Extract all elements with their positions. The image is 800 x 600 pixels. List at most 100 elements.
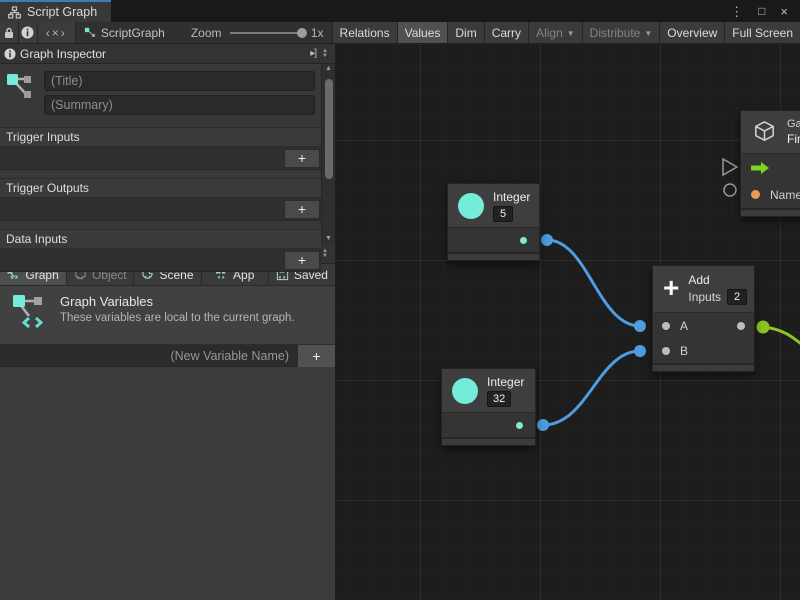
wire-endpoint[interactable] [757,321,770,334]
tab-title: Script Graph [27,5,97,19]
window-maximize-icon[interactable]: □ [758,5,765,17]
graph-title-field[interactable] [44,71,315,91]
button-full-screen[interactable]: Full Screen [725,22,800,43]
add-variable-button[interactable]: + [297,345,335,367]
input-port-a[interactable] [662,322,670,330]
node-title: Add [688,273,747,287]
trigger-port-outline-icon[interactable] [723,159,737,175]
wire-endpoint[interactable] [537,419,549,431]
panel-scroll-arrows[interactable]: ▲▼ [319,49,331,59]
new-variable-name-input[interactable] [0,349,297,363]
dock-icon[interactable]: ▸] [310,48,316,59]
add-trigger-input-button[interactable]: + [284,149,320,168]
add-trigger-output-button[interactable]: + [284,200,320,219]
trigger-inputs-list: + [0,147,321,170]
node-integer-32[interactable]: Integer 32 [441,368,536,446]
scroll-up-icon[interactable]: ▲ [325,64,332,74]
integer-type-icon [452,378,478,404]
toggle-values[interactable]: Values [398,22,449,43]
port-label: Name [770,188,800,202]
graph-inspector-content: Trigger Inputs + Trigger Outputs + Data … [0,64,321,244]
toggle-carry[interactable]: Carry [485,22,529,43]
inputs-label: Inputs [688,290,721,304]
window-close-icon[interactable]: × [780,5,788,18]
node-title: Integer [487,375,524,389]
section-trigger-inputs: Trigger Inputs [0,127,321,147]
output-port[interactable] [516,422,523,429]
toggle-relations[interactable]: Relations [333,22,398,43]
wire-integer5-to-add-a[interactable] [547,240,640,326]
graph-inspector-header: Graph Inspector ▸] ▲▼ [0,44,335,64]
zoom-label: Zoom [191,26,222,40]
code-view-button[interactable]: ‹×› [38,22,76,43]
port-label: B [680,344,688,358]
window-controls: ⋮ □ × [730,0,800,22]
graph-inspector-panel: Graph Inspector ▸] ▲▼ Trigger Inputs + [0,44,335,244]
node-title: Game Object [787,118,800,130]
zoom-value: 1x [311,26,324,40]
wire-endpoint[interactable] [541,234,553,246]
output-port[interactable] [520,237,527,244]
port-label: A [680,319,688,333]
graph-variables-title: Graph Variables [60,294,295,309]
trigger-input-arrow-icon[interactable] [751,162,769,174]
info-icon [21,26,34,39]
input-port-b[interactable] [662,347,670,355]
chevron-down-icon: ▼ [644,29,652,38]
wire-integer32-to-add-b[interactable] [543,351,640,425]
node-add[interactable]: + Add Inputs 2 A B [652,265,755,372]
graph-canvas[interactable]: Integer 5 Integer 32 [336,44,800,600]
lock-button[interactable] [0,22,19,43]
node-integer-5[interactable]: Integer 5 [447,183,540,261]
wire-endpoint[interactable] [634,320,646,332]
lock-icon [4,27,14,39]
data-inputs-list: + [0,249,321,272]
scrollbar-thumb[interactable] [325,79,333,179]
node-title: Integer [493,190,530,204]
new-variable-row: + [0,345,335,367]
zoom-slider[interactable] [230,32,305,34]
trigger-outputs-list: + [0,198,321,221]
button-overview[interactable]: Overview [660,22,725,43]
panel-title: Graph Inspector [20,47,106,61]
graph-variables-large-icon [12,294,46,334]
script-graph-icon [84,26,96,40]
tab-script-graph[interactable]: Script Graph [0,0,111,22]
info-icon [4,48,16,60]
blackboard-panel: ‹×› Blackboard ▸] ▲▼ Graph Object [0,244,335,600]
window-menu-icon[interactable]: ⋮ [730,5,743,18]
graph-summary-field[interactable] [44,95,315,115]
data-port-outline-icon[interactable] [724,184,736,196]
wire-endpoint[interactable] [634,345,646,357]
toggle-dim[interactable]: Dim [448,22,484,43]
sidebar: Graph Inspector ▸] ▲▼ Trigger Inputs + [0,44,336,600]
integer-type-icon [458,193,484,219]
variables-empty-area [0,367,335,600]
graph-variables-description: These variables are local to the current… [60,312,295,324]
output-port[interactable] [737,322,745,330]
graph-toolbar: ‹×› ScriptGraph Zoom 1x Relations Values… [0,22,800,44]
info-button[interactable] [19,22,38,43]
zoom-slider-handle[interactable] [297,28,307,38]
inspector-scrollbar[interactable]: ▲ ▼ [321,64,335,244]
scroll-down-icon[interactable]: ▼ [325,234,332,244]
dropdown-align[interactable]: Align▼ [529,22,583,43]
dropdown-distribute[interactable]: Distribute▼ [583,22,661,43]
window-tab-strip: Script Graph ⋮ □ × [0,0,800,22]
add-icon: + [663,274,679,302]
node-gameobject-find[interactable]: Game Object Find Name [740,110,800,217]
integer-value-field[interactable]: 5 [493,206,513,222]
chevron-down-icon: ▼ [567,29,575,38]
add-data-input-button[interactable]: + [284,251,320,270]
unity-visual-scripting-window: { "window": { "tab_title": "Script Graph… [0,0,800,600]
section-trigger-outputs: Trigger Outputs [0,178,321,198]
graph-variables-info: Graph Variables These variables are loca… [0,286,335,345]
graph-asset-name: ScriptGraph [101,26,165,40]
graph-node-icon [6,71,36,105]
integer-value-field[interactable]: 32 [487,391,511,407]
gameobject-cube-icon [751,119,778,146]
toolbar-graph-zone: ScriptGraph Zoom 1x [76,22,333,43]
inputs-count-field[interactable]: 2 [727,289,747,305]
name-input-port[interactable] [751,190,760,199]
wire-add-output[interactable] [763,327,800,351]
